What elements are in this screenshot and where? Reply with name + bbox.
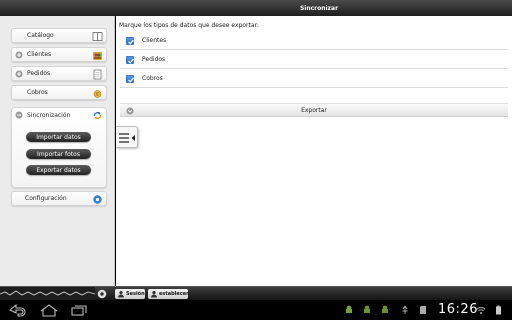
check-icon <box>128 77 134 83</box>
option-row-cobros[interactable]: Cobros <box>120 70 508 88</box>
bottom-bar: Sesión establecer <box>0 286 512 300</box>
sidebar-item-catalogo[interactable]: Catálogo <box>11 28 107 43</box>
session-label: Sesión <box>126 291 145 297</box>
coins-icon: € <box>93 90 102 98</box>
book-icon <box>92 32 103 41</box>
clientes-checkbox[interactable] <box>126 37 134 45</box>
import-data-button[interactable]: Importar datos <box>26 132 91 142</box>
check-icon <box>128 58 134 64</box>
sidebar-item-sincronizacion[interactable]: Sincronización <box>12 108 106 123</box>
plus-icon <box>15 51 23 59</box>
sidebar-item-label: Clientes <box>27 51 52 58</box>
option-label: Cobros <box>142 75 163 82</box>
system-nav-bar: 16:26 <box>0 300 512 320</box>
status-clock: 16:26 <box>438 302 478 317</box>
establish-label: establecer <box>159 291 189 297</box>
sync-icon <box>93 111 102 120</box>
android-icon <box>382 305 388 313</box>
customers-icon <box>93 52 102 60</box>
sd-card-icon <box>420 306 426 314</box>
wifi-icon <box>476 307 486 314</box>
export-panel: Marque los tipos de datos que desee expo… <box>116 16 512 286</box>
user-icon <box>118 291 124 298</box>
sidebar: Catálogo Clientes Pedidos Cobros € Sincr… <box>0 16 115 286</box>
title-bar: Sincronizar <box>0 0 512 16</box>
export-data-button[interactable]: Exportar datos <box>26 165 91 175</box>
battery-icon <box>496 305 501 315</box>
texture-strip <box>0 287 95 300</box>
orders-icon <box>93 69 102 80</box>
usb-icon <box>402 305 408 314</box>
check-icon <box>128 39 134 45</box>
export-button[interactable]: Exportar <box>120 103 508 117</box>
menu-collapse-icon <box>119 133 135 143</box>
establish-button[interactable]: establecer <box>148 289 189 299</box>
back-icon[interactable] <box>6 303 28 317</box>
user-icon <box>151 291 157 298</box>
sidebar-item-label: Catálogo <box>27 32 54 39</box>
sidebar-item-label: Sincronización <box>27 112 71 119</box>
cobros-checkbox[interactable] <box>126 75 134 83</box>
plus-icon <box>15 70 23 78</box>
android-debug-icon <box>346 305 352 313</box>
option-label: Pedidos <box>142 56 166 63</box>
sidebar-group-sincronizacion: Sincronización Importar datos Importar f… <box>11 107 107 188</box>
sidebar-item-label: Cobros <box>27 89 48 96</box>
gear-icon[interactable] <box>97 289 107 299</box>
option-row-clientes[interactable]: Clientes <box>120 32 508 50</box>
sidebar-item-label: Pedidos <box>27 70 51 77</box>
export-label: Exportar <box>301 107 327 114</box>
sidebar-item-cobros[interactable]: Cobros € <box>11 85 107 100</box>
android-icon <box>364 305 370 313</box>
option-label: Clientes <box>142 37 167 44</box>
svg-text:€: € <box>96 92 99 98</box>
export-prompt: Marque los tipos de datos que desee expo… <box>119 22 259 29</box>
recent-apps-icon[interactable] <box>68 303 90 317</box>
sidebar-item-configuracion[interactable]: Configuración <box>11 191 107 206</box>
sidebar-item-clientes[interactable]: Clientes <box>11 47 107 62</box>
session-button[interactable]: Sesión <box>115 289 145 299</box>
minus-icon <box>15 111 23 119</box>
sidebar-item-pedidos[interactable]: Pedidos <box>11 66 107 81</box>
drawer-toggle[interactable] <box>116 126 138 148</box>
page-title: Sincronizar <box>299 4 339 12</box>
sidebar-item-label: Configuración <box>25 195 67 202</box>
home-icon[interactable] <box>38 303 60 317</box>
import-photos-button[interactable]: Importar fotos <box>26 149 91 159</box>
settings-icon <box>93 195 102 204</box>
option-row-pedidos[interactable]: Pedidos <box>120 51 508 69</box>
pedidos-checkbox[interactable] <box>126 56 134 64</box>
